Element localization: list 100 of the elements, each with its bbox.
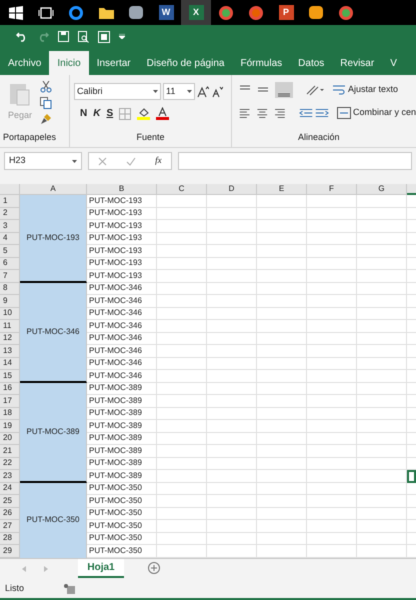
row-header[interactable]: 16	[0, 382, 20, 395]
add-sheet-icon[interactable]	[148, 562, 160, 574]
row-header[interactable]: 2	[0, 208, 20, 220]
table-cell	[357, 408, 407, 420]
row-header[interactable]: 7	[0, 270, 20, 282]
row-header[interactable]: 18	[0, 408, 20, 420]
column-header[interactable]: B	[87, 184, 157, 195]
browser-icon[interactable]	[219, 6, 233, 20]
windows-icon[interactable]	[9, 6, 23, 20]
table-cell	[307, 258, 357, 270]
row-header[interactable]: 22	[0, 458, 20, 470]
undo-icon[interactable]	[16, 31, 28, 42]
row-header[interactable]: 10	[0, 308, 20, 320]
table-cell	[157, 245, 207, 258]
name-box[interactable]: H23	[4, 152, 82, 170]
ribbon-tab[interactable]: Datos	[290, 51, 332, 75]
save-icon[interactable]	[58, 31, 69, 42]
column-header[interactable]: D	[207, 184, 257, 195]
ribbon-tab[interactable]: Inicio	[49, 51, 89, 75]
ribbon-tab[interactable]: Fórmulas	[232, 51, 290, 75]
active-taskbar-slot[interactable]: X	[181, 0, 211, 25]
check-icon[interactable]	[126, 156, 136, 166]
copy-icon[interactable]	[40, 97, 52, 109]
wrap-text-label[interactable]: Ajustar texto	[348, 83, 398, 97]
brush-icon[interactable]	[40, 113, 52, 125]
table-cell	[357, 195, 407, 208]
font-color-icon[interactable]	[156, 107, 170, 120]
row-header[interactable]: 26	[0, 508, 20, 520]
customize-caret-icon[interactable]	[119, 34, 125, 39]
ribbon-tab[interactable]: Diseño de página	[138, 51, 232, 75]
row-header[interactable]: 1	[0, 195, 20, 208]
row-header[interactable]: 11	[0, 320, 20, 332]
formula-input[interactable]	[178, 152, 412, 170]
ribbon-tab[interactable]: V	[382, 51, 405, 75]
scissors-icon[interactable]	[40, 81, 52, 93]
print-preview-icon[interactable]	[78, 30, 89, 42]
shrink-font-icon[interactable]	[211, 86, 223, 98]
italic-button[interactable]: K	[93, 106, 100, 121]
row-header[interactable]: 19	[0, 420, 20, 432]
browser-icon[interactable]	[249, 6, 263, 20]
task-view-icon[interactable]	[38, 6, 54, 18]
ribbon-tab[interactable]: Insertar	[88, 51, 139, 75]
row-header[interactable]: 29	[0, 545, 20, 558]
row-header[interactable]: 28	[0, 532, 20, 545]
row-header[interactable]: 3	[0, 220, 20, 232]
table-cell	[157, 370, 207, 382]
app-icon[interactable]	[129, 6, 143, 19]
app-icon[interactable]	[309, 6, 323, 19]
sheet-tab[interactable]: Hoja1	[78, 558, 124, 578]
font-name-field[interactable]: Calibri	[74, 83, 161, 100]
table-cell	[307, 370, 357, 382]
grow-font-icon[interactable]	[197, 86, 209, 98]
column-header[interactable]: A	[20, 184, 87, 195]
merge-icon[interactable]	[336, 106, 351, 119]
row-header[interactable]: 24	[0, 482, 20, 495]
orientation-icon[interactable]	[306, 84, 324, 96]
caret-icon[interactable]	[187, 90, 192, 93]
merge-label[interactable]: Combinar y cen	[352, 106, 416, 120]
row-header[interactable]: 27	[0, 520, 20, 532]
row-header[interactable]: 20	[0, 432, 20, 445]
column-header[interactable]: E	[257, 184, 307, 195]
row-header[interactable]: 15	[0, 370, 20, 382]
row-header[interactable]: 17	[0, 395, 20, 408]
column-header[interactable]: F	[307, 184, 357, 195]
column-header[interactable]: C	[157, 184, 207, 195]
frame-icon[interactable]	[98, 30, 110, 42]
row-header[interactable]: 25	[0, 495, 20, 508]
font-size-field[interactable]: 11	[163, 83, 195, 100]
ribbon-tab[interactable]: Archivo	[0, 51, 50, 75]
app-icon[interactable]: X	[188, 5, 204, 20]
column-header[interactable]	[407, 184, 416, 195]
table-cell	[357, 508, 407, 520]
fill-color-icon[interactable]	[137, 107, 150, 120]
macro-record-icon[interactable]	[64, 584, 76, 594]
active-cell[interactable]	[407, 470, 416, 482]
app-icon[interactable]: P	[278, 5, 294, 20]
ribbon-tab[interactable]: Revisar	[332, 51, 382, 75]
clipboard-icon[interactable]	[9, 81, 32, 107]
app-icon[interactable]: W	[158, 5, 174, 20]
wrap-text-icon[interactable]	[332, 84, 346, 96]
insert-function-button[interactable]: fx	[155, 154, 162, 168]
row-header[interactable]: 4	[0, 232, 20, 245]
underline-button[interactable]: S	[106, 106, 114, 121]
row-header[interactable]: 23	[0, 470, 20, 482]
row-header[interactable]: 6	[0, 258, 20, 270]
row-header[interactable]: 9	[0, 295, 20, 308]
row-header[interactable]: 13	[0, 345, 20, 358]
browser-icon[interactable]	[339, 6, 353, 20]
caret-icon[interactable]	[72, 160, 77, 162]
row-header[interactable]: 5	[0, 245, 20, 258]
browser-icon[interactable]	[69, 6, 83, 20]
row-header[interactable]: 8	[0, 282, 20, 295]
caret-icon[interactable]	[153, 90, 158, 93]
row-header[interactable]: 21	[0, 445, 20, 458]
folder-icon[interactable]	[98, 6, 114, 18]
indent-icon[interactable]	[298, 106, 329, 119]
row-header[interactable]: 14	[0, 358, 20, 370]
column-header[interactable]: G	[357, 184, 407, 195]
bold-button[interactable]: N	[80, 106, 88, 121]
row-header[interactable]: 12	[0, 332, 20, 345]
